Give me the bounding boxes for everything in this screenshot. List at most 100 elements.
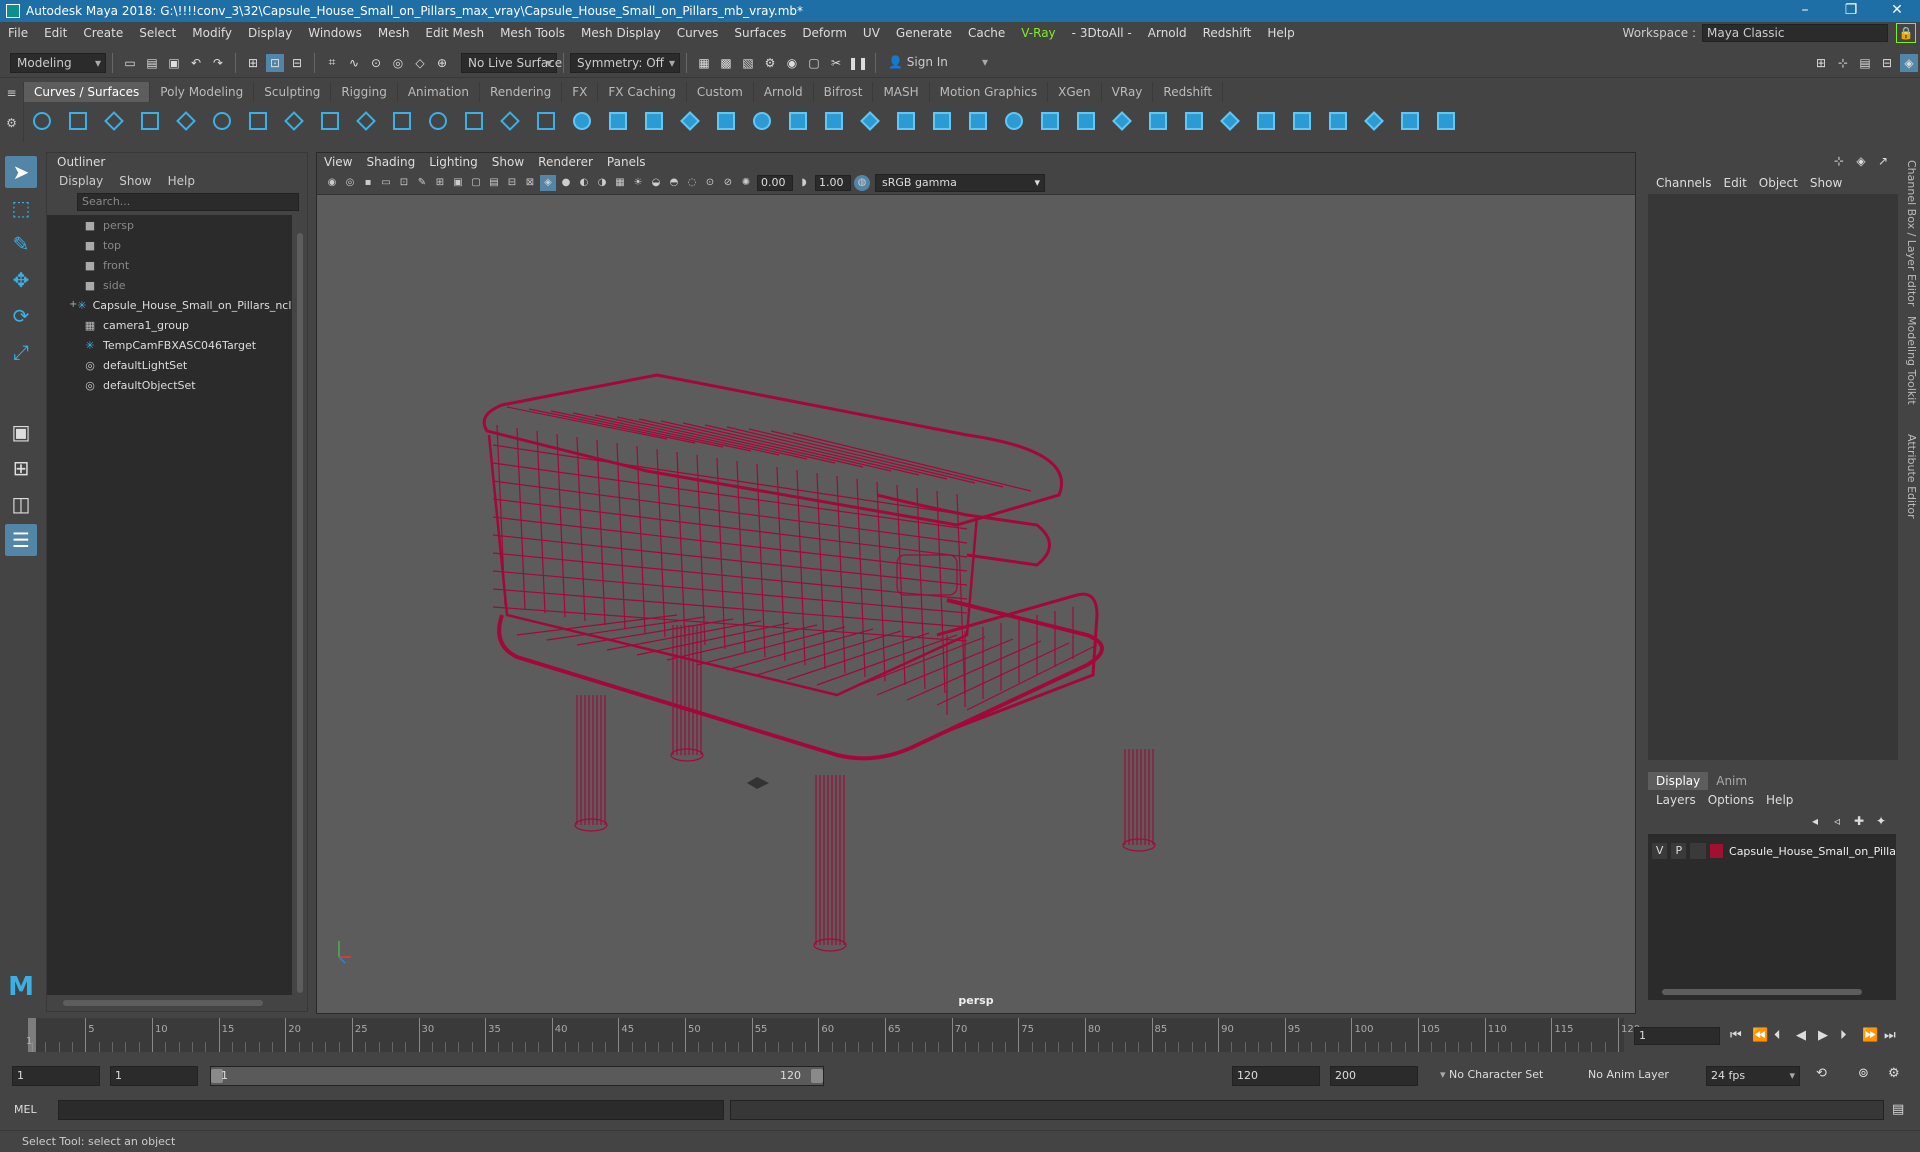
- cv-curve-icon[interactable]: [100, 107, 128, 135]
- boundary-icon[interactable]: [964, 107, 992, 135]
- menu-edit[interactable]: Edit: [36, 22, 75, 44]
- attribute-editor-tab[interactable]: Attribute Editor: [1902, 434, 1918, 519]
- viewport-3d-scene[interactable]: persp: [317, 195, 1635, 1013]
- menu-set-dropdown[interactable]: Modeling: [10, 52, 106, 73]
- animation-start-field[interactable]: 1: [12, 1066, 100, 1086]
- bevel-plus-icon[interactable]: [1072, 107, 1100, 135]
- nurbs-sphere-icon[interactable]: [568, 107, 596, 135]
- modeling-toolkit-toggle-icon[interactable]: ⊞: [1812, 54, 1830, 72]
- extend-icon[interactable]: [424, 107, 452, 135]
- new-layer-icon[interactable]: ✚: [1850, 812, 1868, 830]
- gate-mask-icon[interactable]: ▤: [486, 175, 502, 191]
- pause-icon[interactable]: ❚❚: [848, 54, 868, 72]
- scroll-thumb[interactable]: [1662, 989, 1862, 995]
- minimize-button[interactable]: –: [1782, 0, 1828, 22]
- color-management-icon[interactable]: ◍: [854, 174, 870, 191]
- step-back-frame-icon[interactable]: ⏴: [1774, 1028, 1781, 1043]
- exposure-field[interactable]: 0.00: [757, 174, 793, 191]
- two-view-layout-icon[interactable]: ◫: [5, 488, 37, 520]
- viewport-menu-view[interactable]: View: [317, 155, 359, 169]
- attribute-editor-icon[interactable]: ⊹: [1830, 152, 1848, 170]
- detach-curves-icon[interactable]: [352, 107, 380, 135]
- snap-curve-icon[interactable]: ∿: [345, 54, 363, 72]
- outliner-item[interactable]: ▦ camera1_group: [47, 315, 292, 335]
- shelf-tab-bifrost[interactable]: Bifrost: [814, 82, 874, 102]
- render-settings-icon[interactable]: ⚙: [761, 54, 779, 72]
- layer-tab-display[interactable]: Display: [1648, 772, 1709, 790]
- layer-tab-anim[interactable]: Anim: [1708, 772, 1755, 790]
- current-time-marker[interactable]: 1: [26, 1018, 36, 1052]
- insert-knot-icon[interactable]: [388, 107, 416, 135]
- exposure-icon[interactable]: ✺: [738, 175, 754, 191]
- snap-point-icon[interactable]: ⊙: [367, 54, 385, 72]
- xray-icon[interactable]: ▦: [612, 175, 628, 191]
- insert-isoparm-icon[interactable]: [1396, 107, 1424, 135]
- render-frame-icon[interactable]: ▩: [717, 54, 735, 72]
- arc-icon[interactable]: [208, 107, 236, 135]
- step-back-key-icon[interactable]: ⏪: [1752, 1028, 1768, 1043]
- playback-end-field[interactable]: 120: [1232, 1066, 1320, 1086]
- shelf-tab-rigging[interactable]: Rigging: [331, 82, 398, 102]
- shelf-tab-rendering[interactable]: Rendering: [480, 82, 563, 102]
- grid-toggle-icon[interactable]: ⊞: [432, 175, 448, 191]
- viewport-menu-panels[interactable]: Panels: [600, 155, 653, 169]
- animation-end-field[interactable]: 200: [1330, 1066, 1418, 1086]
- render-view-icon[interactable]: ▦: [695, 54, 713, 72]
- new-scene-icon[interactable]: ▭: [121, 54, 139, 72]
- layer-playback-toggle[interactable]: P: [1671, 843, 1687, 859]
- vray-render-icon[interactable]: ▢: [805, 54, 823, 72]
- layer-menu-layers[interactable]: Layers: [1650, 793, 1702, 807]
- nurbs-plane-icon[interactable]: [712, 107, 740, 135]
- modeling-toolkit-tab[interactable]: Modeling Toolkit: [1902, 316, 1918, 405]
- shelf-menu-icon[interactable]: ≡: [0, 86, 23, 100]
- snap-view-icon[interactable]: ◎: [389, 54, 407, 72]
- sculpt-geometry-icon[interactable]: [1432, 107, 1460, 135]
- viewport-menu-show[interactable]: Show: [485, 155, 531, 169]
- nurbs-circle-icon[interactable]: [28, 107, 56, 135]
- intersect-icon[interactable]: [1144, 107, 1172, 135]
- menu-uv[interactable]: UV: [855, 22, 888, 44]
- trim-icon[interactable]: [1180, 107, 1208, 135]
- color-space-dropdown[interactable]: sRGB gamma: [875, 173, 1045, 192]
- viewport-menu-shading[interactable]: Shading: [359, 155, 422, 169]
- scale-tool-icon[interactable]: ⤢: [5, 336, 37, 368]
- bevel-icon[interactable]: [1036, 107, 1064, 135]
- menu-mesh[interactable]: Mesh: [370, 22, 418, 44]
- shelf-tab-animation[interactable]: Animation: [398, 82, 480, 102]
- scroll-thumb[interactable]: [63, 1000, 263, 1006]
- menu-select[interactable]: Select: [131, 22, 184, 44]
- sign-in-button[interactable]: 👤 Sign In: [882, 52, 992, 73]
- offset-curve-icon[interactable]: [460, 107, 488, 135]
- lasso-tool-icon[interactable]: ⬚: [5, 192, 37, 224]
- anim-layer-dropdown[interactable]: No Anim Layer: [1584, 1066, 1692, 1086]
- revolve-icon[interactable]: [784, 107, 812, 135]
- isolate-select-icon[interactable]: ⊙: [702, 175, 718, 191]
- viewport-menu-lighting[interactable]: Lighting: [422, 155, 485, 169]
- character-set-dropdown[interactable]: ▾ No Character Set: [1436, 1066, 1586, 1086]
- film-gate-icon[interactable]: ▣: [450, 175, 466, 191]
- layer-color-swatch[interactable]: [1709, 844, 1724, 858]
- outliner-item[interactable]: ■ persp: [47, 215, 292, 235]
- snap-pivot-icon[interactable]: ⊕: [433, 54, 451, 72]
- menu-arnold[interactable]: Arnold: [1140, 22, 1195, 44]
- menu-cache[interactable]: Cache: [960, 22, 1013, 44]
- 2d-pan-zoom-icon[interactable]: ⊡: [396, 175, 412, 191]
- channel-box-menu-show[interactable]: Show: [1804, 176, 1848, 190]
- layer-menu-options[interactable]: Options: [1702, 793, 1760, 807]
- snap-surface-icon[interactable]: ◇: [411, 54, 429, 72]
- lock-icon[interactable]: 🔒: [1896, 23, 1916, 43]
- layer-menu-help[interactable]: Help: [1760, 793, 1799, 807]
- nurbs-cube-icon[interactable]: [604, 107, 632, 135]
- outliner-item[interactable]: ✳ TempCamFBXASC046Target: [47, 335, 292, 355]
- nurbs-cylinder-icon[interactable]: [640, 107, 668, 135]
- menu-mesh-tools[interactable]: Mesh Tools: [492, 22, 573, 44]
- shelf-tab-motion-graphics[interactable]: Motion Graphics: [930, 82, 1049, 102]
- camera-attributes-icon[interactable]: ◎: [342, 175, 358, 191]
- menu-mesh-display[interactable]: Mesh Display: [573, 22, 669, 44]
- gamma-icon[interactable]: ◗: [796, 175, 812, 191]
- layer-visibility-toggle[interactable]: V: [1652, 843, 1668, 859]
- use-all-lights-icon[interactable]: ☀: [630, 175, 646, 191]
- select-object-icon[interactable]: ⊡: [266, 53, 284, 72]
- shelf-tab-vray[interactable]: VRay: [1102, 82, 1154, 102]
- redo-icon[interactable]: ↷: [209, 54, 227, 72]
